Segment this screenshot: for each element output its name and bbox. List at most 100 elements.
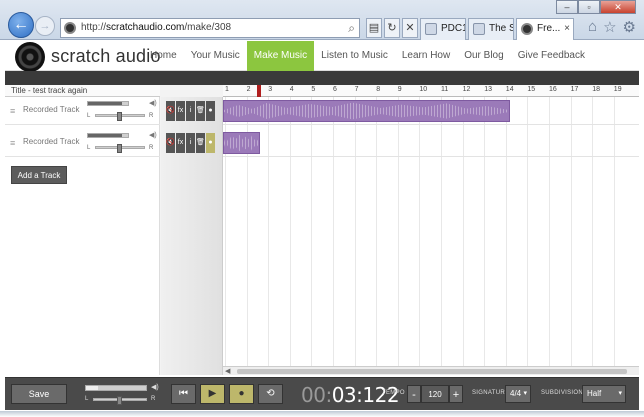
mute-icon[interactable]: 🔇 (166, 133, 175, 153)
close-window-button[interactable]: ✕ (600, 0, 636, 14)
timeline-ruler[interactable]: 1 2 3 4 5 6 7 8 9 10 11 12 13 14 15 16 17 18 19 (223, 85, 639, 97)
nav-your-music[interactable]: Your Music (184, 41, 247, 71)
tempo-stepper[interactable]: - 120 + (407, 385, 463, 403)
pan-left-label: L (87, 145, 91, 151)
drag-handle-icon[interactable]: ≡ (10, 106, 15, 116)
audio-clip[interactable] (223, 132, 260, 154)
nav-home[interactable]: Home (143, 41, 184, 71)
tab-the-si[interactable]: The Si... (468, 18, 514, 40)
track-name[interactable]: Recorded Track (23, 137, 79, 146)
stop-icon[interactable]: ✕ (402, 18, 418, 38)
track-controls: 🔇 fx i 🗑 ● (166, 133, 215, 153)
tab-active[interactable]: Fre... × (516, 18, 574, 40)
scroll-left-icon[interactable]: ◀ (225, 367, 230, 375)
ruler-bar-number: 6 (333, 86, 337, 93)
waveform (224, 134, 259, 152)
mute-icon[interactable]: 🔇 (166, 101, 175, 121)
project-title[interactable]: Title - test track again (5, 85, 160, 97)
pan-knob[interactable] (117, 144, 122, 153)
play-button[interactable]: ▶ (200, 384, 225, 404)
header-divider-band (5, 71, 639, 85)
speaker-icon[interactable]: ◀) (151, 383, 159, 391)
address-url: http://scratchaudio.com/make/308 (81, 22, 232, 33)
browser-toolbar-right: ⌂ ☆ ⚙ (588, 18, 636, 36)
tab-pdc10[interactable]: PDC10 (420, 18, 466, 40)
address-bar[interactable]: http://scratchaudio.com/make/308 ⌕ (60, 18, 360, 38)
scroll-thumb[interactable] (237, 369, 627, 374)
timeline[interactable]: 1 2 3 4 5 6 7 8 9 10 11 12 13 14 15 16 17 18 19 ◀ (223, 85, 639, 375)
track-list-panel: ≡ Recorded Track ◀) L R ≡ Recorded Track… (5, 97, 160, 375)
track-lane[interactable] (223, 129, 639, 157)
fx-button[interactable]: fx (176, 101, 185, 121)
maximize-button[interactable]: ▫ (578, 0, 600, 14)
signature-select[interactable]: 4/4 ▾ (505, 385, 531, 403)
tempo-decrease-button[interactable]: - (407, 385, 421, 403)
track-lane[interactable] (223, 97, 639, 125)
master-volume-slider[interactable] (85, 385, 147, 391)
volume-fill (88, 102, 122, 105)
info-button[interactable]: i (186, 101, 195, 121)
track-volume-slider[interactable] (87, 133, 129, 138)
close-tab-icon[interactable]: × (564, 19, 570, 39)
main-nav: Home Your Music Make Music Listen to Mus… (143, 41, 592, 71)
track-pan-slider[interactable] (95, 112, 145, 121)
playhead-marker[interactable] (257, 85, 262, 97)
record-arm-icon[interactable]: ● (206, 133, 215, 153)
ruler-bar-number: 3 (268, 86, 273, 93)
compat-view-icon[interactable]: ▤ (366, 18, 382, 38)
subdivision-select[interactable]: Half ▾ (582, 385, 626, 403)
track-controls-column: 🔇 fx i 🗑 ● 🔇 fx i 🗑 ● (161, 97, 223, 375)
master-pan-slider[interactable] (93, 396, 147, 405)
track-name[interactable]: Recorded Track (23, 105, 79, 114)
record-arm-icon[interactable]: ● (206, 101, 215, 121)
drag-handle-icon[interactable]: ≡ (10, 138, 15, 148)
track-volume-slider[interactable] (87, 101, 129, 106)
favorites-star-icon[interactable]: ☆ (603, 18, 616, 36)
tempo-value[interactable]: 120 (421, 385, 449, 403)
add-track-button[interactable]: Add a Track (11, 166, 67, 184)
home-icon[interactable]: ⌂ (588, 18, 597, 36)
save-button[interactable]: Save (11, 384, 67, 404)
horizontal-scrollbar[interactable]: ◀ (223, 366, 639, 375)
pan-knob[interactable] (117, 112, 122, 121)
nav-learn-how[interactable]: Learn How (395, 41, 457, 71)
pan-knob[interactable] (117, 396, 122, 405)
ruler-bar-number: 18 (592, 86, 600, 93)
forward-arrow-icon[interactable]: → (35, 16, 55, 36)
audio-clip[interactable] (223, 100, 511, 122)
ruler-bar-number: 17 (570, 86, 579, 93)
track-row: ≡ Recorded Track ◀) L R (5, 97, 160, 125)
search-icon[interactable]: ⌕ (348, 19, 355, 37)
nav-listen-to-music[interactable]: Listen to Music (314, 41, 395, 71)
tempo-label: TEMPO (382, 390, 405, 396)
settings-gear-icon[interactable]: ⚙ (623, 18, 636, 36)
ruler-bar-number: 4 (289, 86, 294, 93)
ruler-bar-number: 14 (505, 86, 514, 93)
nav-give-feedback[interactable]: Give Feedback (511, 41, 592, 71)
trash-icon[interactable]: 🗑 (196, 101, 205, 121)
minimize-button[interactable]: – (556, 0, 578, 14)
speaker-icon[interactable]: ◀) (149, 99, 157, 107)
window-shadow (0, 411, 644, 417)
trash-icon[interactable]: 🗑 (196, 133, 205, 153)
fx-button[interactable]: fx (176, 133, 185, 153)
editor-area: Title - test track again ≡ Recorded Trac… (5, 85, 639, 375)
speaker-logo-icon[interactable] (15, 42, 45, 72)
chevron-down-icon: ▾ (618, 390, 622, 397)
track-pan-slider[interactable] (95, 144, 145, 153)
nav-make-music[interactable]: Make Music (246, 41, 315, 71)
loop-button[interactable]: ⟲ (258, 384, 283, 404)
ruler-bar-number: 10 (419, 86, 428, 93)
ruler-bar-number: 8 (376, 86, 381, 93)
refresh-icon[interactable]: ↻ (384, 18, 400, 38)
rewind-button[interactable]: ⏮ (171, 384, 196, 404)
ruler-bar-number: 9 (397, 86, 402, 93)
back-arrow-icon[interactable]: ← (8, 12, 34, 38)
nav-our-blog[interactable]: Our Blog (457, 41, 510, 71)
subdivision-label: SUBDIVISION (541, 390, 583, 396)
info-button[interactable]: i (186, 133, 195, 153)
ruler-bar-number: 5 (311, 86, 316, 93)
record-button[interactable]: ● (229, 384, 254, 404)
speaker-icon[interactable]: ◀) (149, 131, 157, 139)
tempo-increase-button[interactable]: + (449, 385, 463, 403)
